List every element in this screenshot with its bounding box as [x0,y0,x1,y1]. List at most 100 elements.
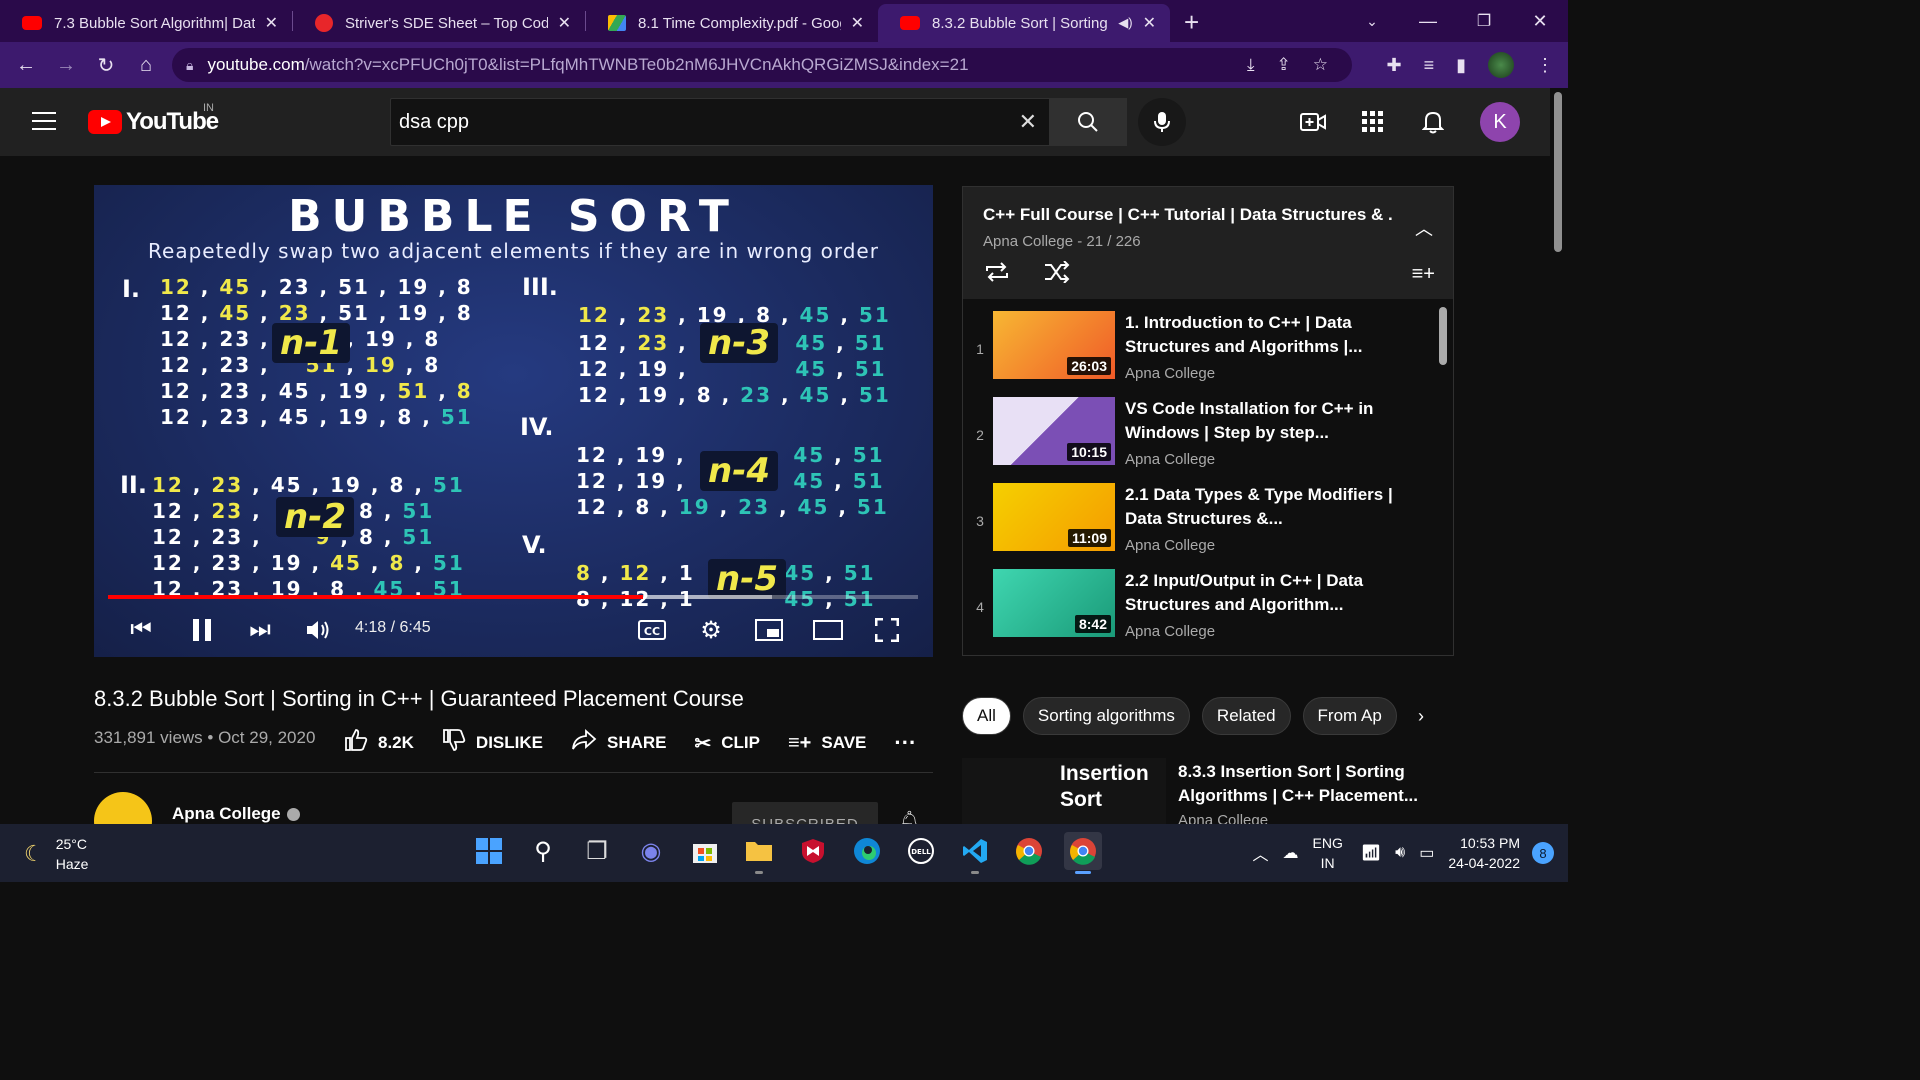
account-avatar[interactable]: K [1480,102,1520,142]
save-button[interactable]: ≡+ SAVE [788,732,866,755]
file-explorer-icon[interactable] [740,832,778,874]
teams-chat-icon[interactable]: ◉ [632,832,670,870]
browser-tab[interactable]: 7.3 Bubble Sort Algorithm| Data S ✕ [0,4,292,42]
video-progress-bar[interactable] [108,595,918,599]
playlist-item[interactable]: 3 11:09 2.1 Data Types & Type Modifiers … [963,483,1433,569]
voice-search-button[interactable] [1138,98,1186,146]
next-video-icon[interactable]: ⏭︎ [245,615,275,645]
notification-count-badge[interactable]: 8 [1532,842,1554,864]
apps-grid-icon[interactable] [1360,109,1386,135]
reload-icon[interactable]: ↻ [86,53,126,78]
loop-playlist-icon[interactable] [983,261,1011,289]
chip-related[interactable]: Related [1201,697,1291,735]
back-icon[interactable]: ← [6,54,46,77]
notifications-bell-icon[interactable] [1420,109,1446,135]
miniplayer-icon[interactable] [754,615,784,645]
clock[interactable]: 10:53 PM 24-04-2022 [1448,833,1520,873]
edge-browser-icon[interactable] [848,832,886,870]
close-tab-icon[interactable]: ✕ [851,13,864,33]
show-hidden-icons-icon[interactable]: ︿ [1252,841,1268,865]
tab-search-icon[interactable]: ⌄ [1344,13,1400,30]
fullscreen-icon[interactable] [872,615,902,645]
save-playlist-icon[interactable]: ≡+ [1412,263,1435,286]
home-icon[interactable]: ⌂ [126,54,166,77]
new-tab-icon[interactable]: + [1184,7,1199,38]
subtitles-icon[interactable]: CC [637,615,667,645]
settings-gear-icon[interactable]: ⚙ [696,615,726,645]
minimize-icon[interactable]: — [1400,11,1456,32]
chrome-profile-icon[interactable] [1064,832,1102,874]
like-button[interactable]: 8.2K [344,728,414,758]
pause-icon[interactable] [187,615,217,645]
clip-button[interactable]: ✂ CLIP [695,731,761,756]
playlist-item-channel: Apna College [1125,537,1216,554]
youtube-logo[interactable]: YouTube IN [88,102,219,136]
channel-name[interactable]: Apna College [172,804,300,824]
language-indicator[interactable]: ENG IN [1313,833,1343,873]
hamburger-menu-icon[interactable] [32,112,56,130]
battery-icon[interactable]: ▭ [1419,843,1434,863]
search-button[interactable] [1049,98,1127,146]
install-app-icon[interactable]: ⤓ [1247,55,1255,75]
browser-tab-active[interactable]: 8.3.2 Bubble Sort | Sorting in ◀) ✕ [878,4,1170,42]
more-actions-icon[interactable]: ··· [894,730,916,756]
chip-all[interactable]: All [962,697,1011,735]
page-scrollbar-thumb[interactable] [1554,92,1562,252]
chrome-icon[interactable] [1010,832,1048,870]
chevron-right-icon[interactable]: › [1418,706,1424,727]
onedrive-cloud-icon[interactable]: ☁ [1283,843,1299,863]
played-progress [108,595,643,599]
profile-avatar[interactable] [1488,52,1514,78]
address-bar[interactable]: 🔒︎ youtube.com/watch?v=xcPFUCh0jT0&list=… [172,48,1352,82]
dell-icon[interactable]: DELL [902,832,940,870]
chip-from-channel[interactable]: From Ap [1302,697,1397,735]
create-video-icon[interactable] [1300,109,1326,135]
share-icon[interactable]: ⇪ [1277,55,1291,75]
side-panel-icon[interactable]: ▮ [1456,55,1466,76]
mcafee-icon[interactable] [794,832,832,870]
playlist-item[interactable]: 2 10:15 VS Code Installation for C++ in … [963,397,1433,483]
forward-icon[interactable]: → [46,54,86,77]
collapse-playlist-icon[interactable]: ︿ [1415,215,1433,241]
browser-tab[interactable]: 8.1 Time Complexity.pdf - Google ✕ [586,4,878,42]
search-icon[interactable]: ⚲ [524,832,562,870]
audio-playing-icon[interactable]: ◀) [1118,15,1132,31]
share-button[interactable]: SHARE [571,728,667,757]
shuffle-icon[interactable] [1043,260,1071,289]
media-control-icon[interactable]: ≡ [1424,55,1435,76]
task-view-icon[interactable]: ❐ [578,832,616,870]
page-scrollbar[interactable] [1550,88,1568,824]
microsoft-store-icon[interactable] [686,832,724,870]
volume-icon[interactable]: 🔊︎ [1395,844,1405,862]
slide-pass-label: n-2 [276,497,354,537]
related-video[interactable]: Insertion Sort 8.3.3 Insertion Sort | So… [962,758,1432,824]
close-tab-icon[interactable]: ✕ [265,13,278,33]
lock-icon[interactable]: 🔒︎ [186,57,193,74]
bookmark-star-icon[interactable]: ☆ [1313,55,1328,75]
playlist-item[interactable]: 1 26:03 1. Introduction to C++ | Data St… [963,311,1433,397]
browser-tab[interactable]: Striver's SDE Sheet – Top Coding ✕ [293,4,585,42]
clear-search-icon[interactable]: ✕ [1019,109,1037,135]
weather-widget[interactable]: ☾ 25°C Haze [24,834,88,874]
dislike-button[interactable]: DISLIKE [442,728,543,758]
close-tab-icon[interactable]: ✕ [1143,13,1156,33]
vscode-icon[interactable] [956,832,994,874]
playlist-scrollbar[interactable] [1439,307,1447,365]
close-tab-icon[interactable]: ✕ [558,13,571,33]
browser-menu-icon[interactable]: ⋮ [1536,55,1554,76]
chip-sorting-algorithms[interactable]: Sorting algorithms [1022,697,1190,735]
playlist-item-thumbnail: 10:15 [993,397,1115,465]
windows-start-icon[interactable] [470,832,508,870]
related-video-thumbnail: Insertion Sort [962,758,1166,824]
wifi-icon[interactable]: 📶︎ [1361,843,1381,863]
close-window-icon[interactable]: ✕ [1512,11,1568,32]
extensions-puzzle-icon[interactable]: ✚ [1386,55,1401,76]
playlist-title[interactable]: C++ Full Course | C++ Tutorial | Data St… [983,205,1393,225]
playlist-item[interactable]: 4 8:42 2.2 Input/Output in C++ | Data St… [963,569,1433,655]
restore-icon[interactable]: ❐ [1456,11,1512,31]
search-input[interactable]: dsa cpp ✕ [390,98,1050,146]
theater-mode-icon[interactable] [813,615,843,645]
previous-video-icon[interactable]: ⏮︎ [126,615,156,645]
video-player[interactable]: BUBBLE SORT Reapetedly swap two adjacent… [94,185,933,657]
volume-icon[interactable] [303,615,333,645]
